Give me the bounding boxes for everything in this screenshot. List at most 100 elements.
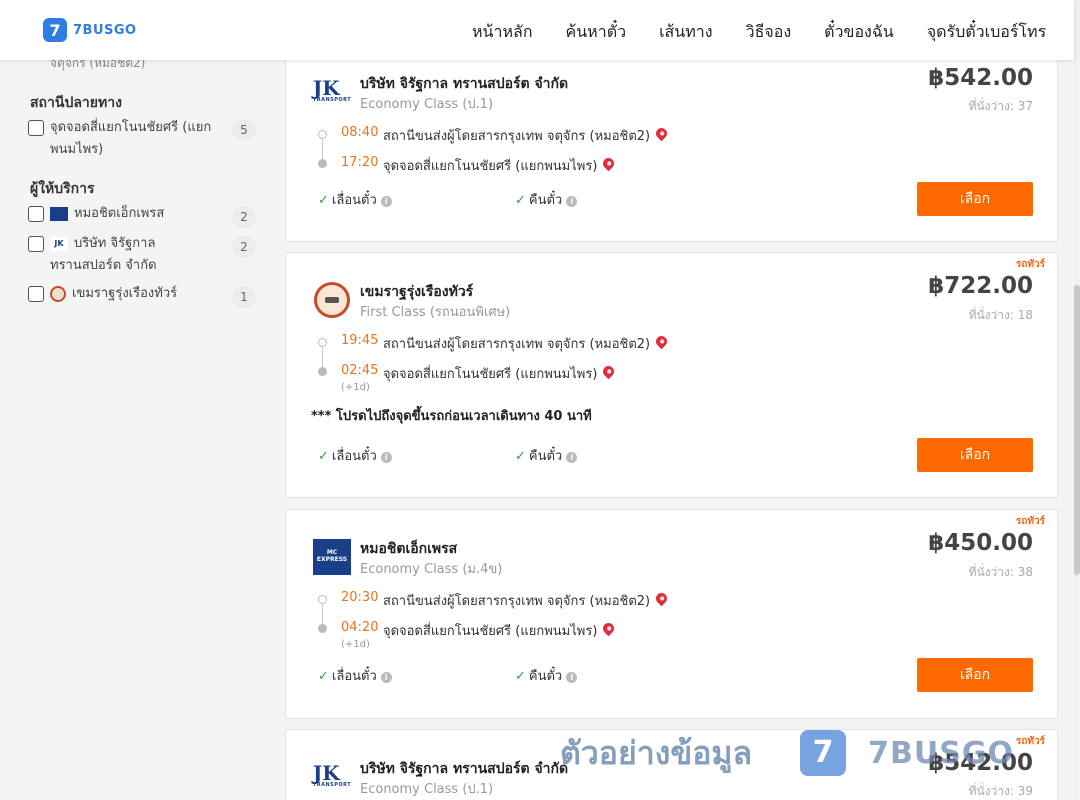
operator-heading: ผู้ให้บริการ [30,181,95,197]
timeline-start-dot [318,130,327,139]
arrive-time: 04:20 [341,620,379,635]
nav-my-tickets[interactable]: ตั๋วของฉัน [824,20,894,45]
khemmarat-logo-icon [313,281,351,319]
destination-checkbox[interactable] [28,120,44,136]
info-icon: i [566,452,578,463]
select-button[interactable]: เลือก [917,438,1033,472]
site-logo[interactable]: 7 7BUSGO [43,18,137,42]
scrollbar-thumb[interactable] [1074,285,1080,575]
info-icon: i [380,196,392,207]
main-nav: หน้าหลัก ค้นหาตั๋ว เส้นทาง วิธีจอง ตั๋วข… [472,20,1079,45]
destination-count: 5 [232,119,256,141]
next-day-indicator: (+1d) [341,639,370,650]
operator-name: บริษัท จิรัฐกาล ทรานสปอร์ต จำกัด [360,761,569,777]
operator-filter-item[interactable]: หมอชิตเอ็กเพรส 2 [28,206,256,230]
seats-available: ที่นั่งว่าง: 37 [968,99,1033,113]
info-icon: i [380,452,392,463]
timeline-line [322,604,323,624]
boarding-note: *** โปรดไปถึงจุดขึ้นรถก่อนเวลาเดินทาง 40… [311,409,592,424]
map-pin-icon[interactable] [653,125,670,142]
check-icon: ✓ [515,449,526,464]
depart-stop[interactable]: สถานีขนส่งผู้โดยสารกรุงเทพ จตุจักร (หมอช… [383,125,670,146]
timeline-line [322,139,323,159]
bus-class: Economy Class (ป.1) [360,782,494,797]
operator-label: เขมราฐรุ่งเรืองทัวร์ [72,286,178,301]
refund-ticket-perk[interactable]: ✓ คืนตั๋ว i [515,189,578,210]
map-pin-icon[interactable] [653,590,670,607]
check-icon: ✓ [318,669,329,684]
depart-time: 20:30 [341,590,379,605]
nav-home[interactable]: หน้าหลัก [472,20,533,45]
change-ticket-perk[interactable]: ✓ เลื่อนตั๋ว i [318,445,392,466]
mc-express-logo-icon [50,206,68,221]
seats-available: ที่นั่งว่าง: 38 [968,565,1033,579]
trip-card: รถทัวร์ MC EXPRESS หมอชิตเอ็กเพรส Econom… [285,509,1058,719]
jk-transport-logo-icon: JK [50,236,68,251]
select-button[interactable]: เลือก [917,182,1033,216]
timeline-start-dot [318,595,327,604]
logo-text: 7BUSGO [73,22,137,38]
map-pin-icon[interactable] [653,333,670,350]
destination-heading: สถานีปลายทาง [30,95,122,111]
operator-checkbox[interactable] [28,286,44,302]
next-day-indicator: (+1d) [341,382,370,393]
operator-checkbox[interactable] [28,236,44,252]
arrive-time: 17:20 [341,155,379,170]
check-icon: ✓ [515,193,526,208]
arrive-stop[interactable]: จุดจอดสี่แยกโนนชัยศรี (แยกพนมไพร) [383,363,617,384]
tour-bus-tag: รถทัวร์ [1015,516,1045,527]
destination-filter-item[interactable]: จุดจอดสี่แยกโนนชัยศรี (แยกพนมไพร) 5 [28,119,256,164]
timeline-line [322,347,323,367]
check-icon: ✓ [318,193,329,208]
nav-how-to-book[interactable]: วิธีจอง [746,20,792,45]
operator-count: 1 [232,286,256,308]
select-button[interactable]: เลือก [917,658,1033,692]
nav-routes[interactable]: เส้นทาง [659,20,713,45]
operator-name: เขมราฐรุ่งเรืองทัวร์ [360,284,474,300]
bus-class: Economy Class (ป.1) [360,97,494,112]
operator-filter-item[interactable]: JK บริษัท จิรัฐกาล ทรานสปอร์ต จำกัด 2 [28,236,256,282]
timeline-end-dot [318,624,327,633]
arrive-stop[interactable]: จุดจอดสี่แยกโนนชัยศรี (แยกพนมไพร) [383,620,617,641]
seats-available: ที่นั่งว่าง: 39 [968,784,1033,798]
trip-price: ฿542.00 [928,65,1033,91]
depart-stop[interactable]: สถานีขนส่งผู้โดยสารกรุงเทพ จตุจักร (หมอช… [383,590,670,611]
depart-time: 19:45 [341,333,379,348]
change-ticket-perk[interactable]: ✓ เลื่อนตั๋ว i [318,189,392,210]
info-icon: i [566,196,578,207]
nav-ticket-pickup[interactable]: จุดรับตั๋วเบอร์โทร [927,20,1046,45]
refund-ticket-perk[interactable]: ✓ คืนตั๋ว i [515,445,578,466]
depart-stop[interactable]: สถานีขนส่งผู้โดยสารกรุงเทพ จตุจักร (หมอช… [383,333,670,354]
map-pin-icon[interactable] [601,155,617,172]
change-ticket-perk[interactable]: ✓ เลื่อนตั๋ว i [318,665,392,686]
check-icon: ✓ [318,449,329,464]
info-icon: i [566,672,578,683]
trip-price: ฿722.00 [928,273,1033,299]
trip-price: ฿450.00 [928,530,1033,556]
arrive-stop[interactable]: จุดจอดสี่แยกโนนชัยศรี (แยกพนมไพร) [383,155,617,176]
arrive-time: 02:45 [341,363,379,378]
trip-price: ฿542.00 [928,750,1033,776]
nav-search-tickets[interactable]: ค้นหาตั๋ว [566,20,627,45]
info-icon: i [380,672,392,683]
operator-count: 2 [232,206,256,228]
destination-label: จุดจอดสี่แยกโนนชัยศรี (แยกพนมไพร) [50,120,212,157]
seats-available: ที่นั่งว่าง: 18 [968,308,1033,322]
trip-card: JK TRANSPORT บริษัท จิรัฐกาล ทรานสปอร์ต จ… [285,44,1058,242]
tour-bus-tag: รถทัวร์ [1015,736,1045,747]
timeline-end-dot [318,159,327,168]
check-icon: ✓ [515,669,526,684]
operator-checkbox[interactable] [28,206,44,222]
refund-ticket-perk[interactable]: ✓ คืนตั๋ว i [515,665,578,686]
map-pin-icon[interactable] [601,363,617,380]
map-pin-icon[interactable] [601,620,617,637]
khemmarat-logo-icon [50,285,66,302]
bus-class: First Class (รถนอนพิเศษ) [360,305,511,320]
trip-card: รถทัวร์ เขมราฐรุ่งเรืองทัวร์ First Class… [285,252,1058,498]
operator-name: หมอชิตเอ็กเพรส [360,541,458,557]
operator-count: 2 [232,236,256,258]
logo-badge-icon: 7 [43,18,67,42]
depart-time: 08:40 [341,125,379,140]
operator-filter-item[interactable]: เขมราฐรุ่งเรืองทัวร์ 1 [28,285,256,310]
bus-class: Economy Class (ม.4ข) [360,562,503,577]
